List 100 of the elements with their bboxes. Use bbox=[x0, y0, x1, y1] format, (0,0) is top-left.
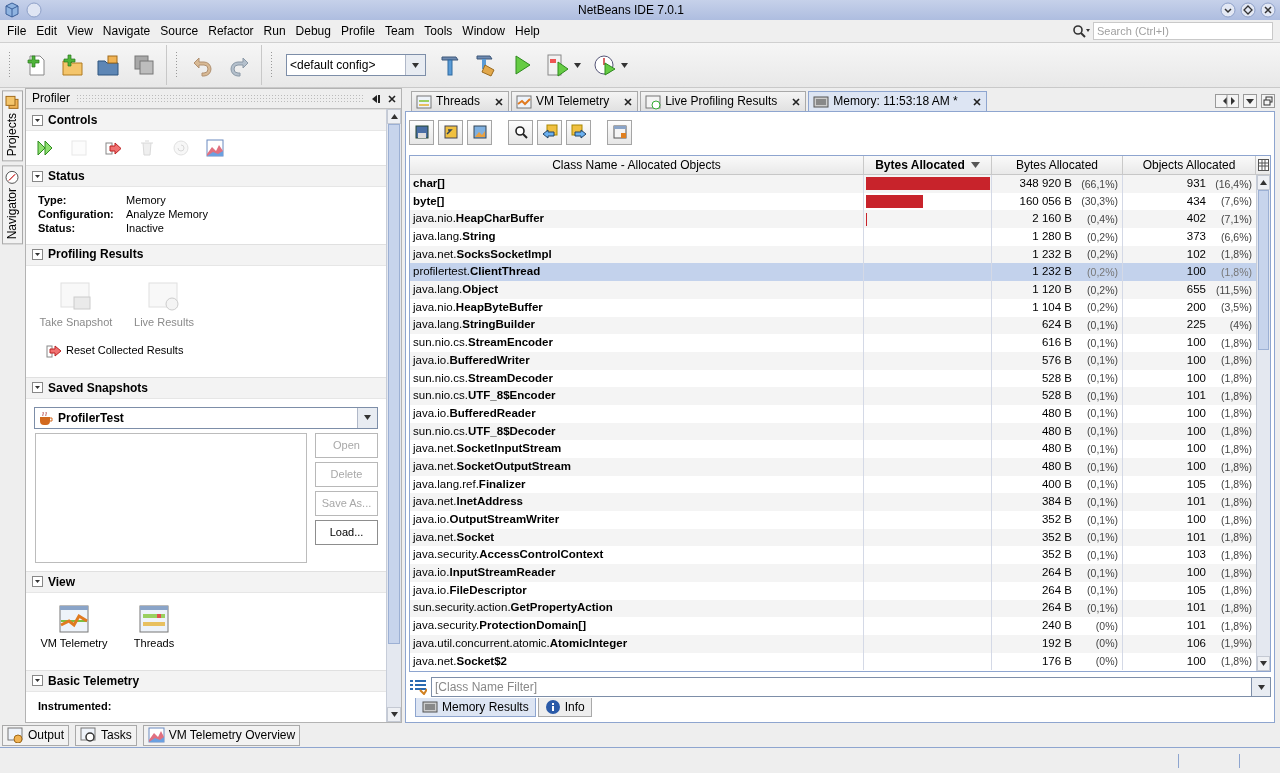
reset-arrow-icon[interactable] bbox=[104, 139, 122, 157]
objects-cell: 100 bbox=[1186, 566, 1206, 580]
project-dropdown[interactable]: ProfilerTest bbox=[34, 406, 378, 429]
restore-icon[interactable] bbox=[1261, 94, 1275, 108]
column-header[interactable]: Bytes Allocated bbox=[992, 156, 1123, 174]
caret-icon[interactable] bbox=[364, 415, 371, 421]
area-chart-icon[interactable] bbox=[206, 139, 224, 157]
percent-cell-text: (1,8%) bbox=[1220, 354, 1252, 367]
threads-chart-icon[interactable] bbox=[139, 604, 169, 633]
result-tab[interactable]: Memory Results bbox=[415, 698, 536, 717]
column-header[interactable]: Bytes Allocated bbox=[864, 156, 992, 174]
caret-icon[interactable] bbox=[621, 62, 628, 68]
dropdown-button[interactable] bbox=[1251, 677, 1271, 697]
editor-tab[interactable]: Memory: 11:53:18 AM * bbox=[808, 91, 987, 111]
menu-item[interactable]: Source bbox=[155, 21, 204, 41]
editor-tab[interactable]: VM Telemetry bbox=[511, 91, 639, 111]
menu-item[interactable]: Refactor bbox=[203, 21, 259, 41]
percent-cell-text: (0,1%) bbox=[1086, 584, 1118, 597]
gauge-play-icon[interactable] bbox=[593, 53, 617, 77]
result-tab[interactable]: Info bbox=[537, 698, 592, 717]
folder-icon[interactable] bbox=[96, 53, 120, 77]
editor-tab[interactable]: Live Profiling Results bbox=[640, 91, 807, 111]
telemetry-chart-icon[interactable] bbox=[59, 604, 89, 633]
column-header[interactable]: Class Name - Allocated Objects bbox=[410, 156, 864, 174]
scroll-down-icon[interactable] bbox=[390, 712, 398, 717]
menu-item[interactable]: Team bbox=[380, 21, 420, 41]
bytes-cell: 352 B bbox=[1041, 513, 1072, 527]
caret-icon[interactable] bbox=[574, 62, 581, 68]
menu-item[interactable]: Edit bbox=[31, 21, 63, 41]
class-name-cell: sun.nio.cs.StreamEncoder bbox=[410, 334, 864, 352]
caret-icon[interactable] bbox=[412, 62, 419, 68]
menu-item[interactable]: Help bbox=[510, 21, 545, 41]
collapse-toggle-icon[interactable] bbox=[32, 249, 43, 261]
minimize-panel-icon[interactable] bbox=[371, 92, 381, 105]
collapse-toggle-icon[interactable] bbox=[32, 170, 43, 182]
close-icon[interactable] bbox=[494, 96, 505, 107]
scrollbar[interactable] bbox=[386, 109, 401, 722]
bytes-cell: 616 B bbox=[1041, 336, 1072, 350]
save-all-icon[interactable] bbox=[132, 53, 156, 77]
menu-item[interactable]: Window bbox=[457, 21, 511, 41]
toolbar-button[interactable] bbox=[508, 119, 533, 145]
taskbar-button[interactable]: Output bbox=[2, 724, 70, 746]
toolbar-button[interactable] bbox=[409, 119, 434, 145]
scroll-up-icon[interactable] bbox=[390, 114, 398, 119]
tab-list-icon[interactable] bbox=[1243, 94, 1257, 108]
sort-desc-icon[interactable] bbox=[970, 162, 980, 168]
collapse-toggle-icon[interactable] bbox=[32, 114, 43, 126]
menu-item[interactable]: File bbox=[2, 21, 32, 41]
column-chooser-icon[interactable] bbox=[1257, 159, 1269, 171]
panel-title: Profiler bbox=[32, 91, 70, 106]
menu-item[interactable]: Debug bbox=[290, 21, 336, 41]
menu-item[interactable]: Navigate bbox=[97, 21, 156, 41]
class-name-cell: java.nio.HeapCharBuffer bbox=[410, 210, 864, 229]
column-header[interactable]: Objects Allocated bbox=[1123, 156, 1256, 174]
objects-cell: 100 bbox=[1186, 336, 1206, 350]
reset-arrow-icon[interactable] bbox=[46, 342, 62, 359]
menu-item[interactable]: Profile bbox=[336, 21, 380, 41]
collapse-toggle-icon[interactable] bbox=[32, 382, 43, 394]
percent-cell-text: (1,8%) bbox=[1220, 513, 1252, 527]
maximize-icon[interactable] bbox=[1240, 2, 1256, 18]
search-field[interactable]: Search (Ctrl+I) bbox=[1093, 22, 1273, 40]
threads-chart-icon bbox=[416, 93, 432, 110]
class-name-cell: java.nio.HeapByteBuffer bbox=[410, 298, 864, 317]
close-icon[interactable] bbox=[387, 93, 397, 104]
percent-cell-text: (11,5%) bbox=[1215, 283, 1252, 297]
view-label[interactable]: Threads bbox=[133, 636, 175, 650]
new-file-icon[interactable] bbox=[24, 53, 48, 77]
reset-link[interactable]: Reset Collected Results bbox=[66, 344, 184, 358]
snapshot-button[interactable]: Load... bbox=[315, 519, 378, 545]
close-icon[interactable] bbox=[623, 96, 634, 107]
collapse-toggle-icon[interactable] bbox=[32, 675, 43, 687]
menu-item[interactable]: Run bbox=[258, 21, 291, 41]
scrollbar[interactable] bbox=[1256, 175, 1270, 671]
menu-item[interactable]: View bbox=[62, 21, 98, 41]
side-tab[interactable]: Navigator bbox=[2, 165, 23, 245]
close-icon[interactable] bbox=[1260, 2, 1276, 18]
close-icon[interactable] bbox=[971, 96, 982, 107]
caret-icon[interactable] bbox=[1257, 684, 1265, 690]
side-tab[interactable]: Projects bbox=[2, 90, 23, 162]
fast-forward-icon[interactable] bbox=[36, 139, 54, 157]
menu-item[interactable]: Tools bbox=[419, 21, 458, 41]
hammer-icon[interactable] bbox=[438, 53, 462, 77]
scroll-down-icon[interactable] bbox=[1260, 661, 1267, 666]
new-project-icon[interactable] bbox=[60, 53, 84, 77]
field-label: Configuration: bbox=[38, 208, 115, 222]
filter-field[interactable]: [Class Name Filter] bbox=[431, 677, 1251, 697]
minimize-icon[interactable] bbox=[1220, 2, 1236, 18]
taskbar-button[interactable]: VM Telemetry Overview bbox=[142, 724, 301, 746]
collapse-toggle-icon[interactable] bbox=[32, 576, 43, 588]
taskbar-button[interactable]: Tasks bbox=[75, 724, 137, 746]
filter-list-icon[interactable] bbox=[409, 679, 427, 695]
search-icon[interactable] bbox=[1072, 24, 1090, 38]
scroll-up-icon[interactable] bbox=[1260, 180, 1267, 185]
config-dropdown[interactable]: <default config> bbox=[286, 54, 426, 76]
view-label[interactable]: VM Telemetry bbox=[40, 636, 108, 650]
percent-cell-text: (0,1%) bbox=[1086, 531, 1118, 544]
close-icon[interactable] bbox=[791, 96, 802, 107]
editor-tab[interactable]: Threads bbox=[411, 91, 510, 111]
percent-cell-text: (0,1%) bbox=[1086, 460, 1118, 474]
percent-cell-text: (0,1%) bbox=[1086, 425, 1118, 438]
